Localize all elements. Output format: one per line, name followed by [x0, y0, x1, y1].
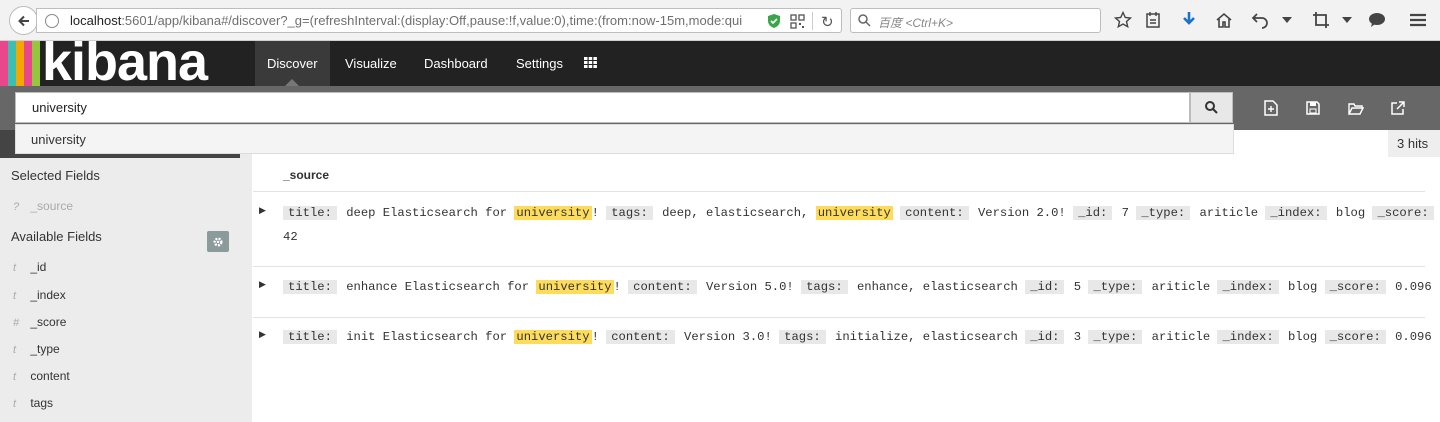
field-item[interactable]: # _score — [13, 315, 66, 329]
field-key: content: — [606, 330, 675, 344]
url-divider — [812, 12, 813, 30]
reader-list-icon[interactable] — [1143, 10, 1163, 30]
table-divider — [253, 266, 1425, 267]
tab-dashboard[interactable]: Dashboard — [412, 41, 500, 86]
shield-icon[interactable] — [767, 13, 781, 29]
kibana-navbar: kibana Discover Visualize Dashboard Sett… — [0, 32, 1440, 92]
table-row[interactable]: title: init Elasticsearch for university… — [283, 328, 1432, 346]
field-key: _score: — [1372, 206, 1434, 220]
field-key: _score: — [1324, 330, 1386, 344]
tab-settings[interactable]: Settings — [504, 41, 575, 86]
query-input[interactable]: university — [15, 92, 1190, 123]
expand-row-icon[interactable]: ▶ — [259, 205, 266, 216]
selected-fields-title: Selected Fields — [11, 168, 100, 183]
crop-icon[interactable] — [1311, 10, 1331, 30]
undo-icon[interactable] — [1250, 10, 1270, 30]
field-key: tags: — [779, 330, 826, 344]
site-info-icon[interactable] — [45, 14, 59, 28]
search-highlight: university — [815, 206, 893, 220]
gear-icon — [213, 237, 223, 246]
field-key: _type: — [1088, 330, 1143, 344]
field-item[interactable]: t _type — [13, 342, 60, 356]
hits-count: 3 hits — [1388, 130, 1440, 157]
search-placeholder: 百度 <Ctrl+K> — [878, 16, 954, 30]
query-suggestion[interactable]: university — [15, 124, 1234, 154]
field-key: _id: — [1025, 330, 1065, 344]
tab-discover[interactable]: Discover — [255, 41, 330, 86]
browser-toolbar: localhost:5601/app/kibana#/discover?_g=(… — [0, 0, 1440, 41]
back-button[interactable] — [9, 6, 38, 35]
field-sidebar: Selected Fields ? _source Available Fiel… — [0, 130, 252, 422]
field-item[interactable]: t _index — [13, 288, 66, 302]
available-fields-title: Available Fields — [11, 229, 102, 244]
field-key: _id: — [1073, 206, 1113, 220]
url-bar[interactable]: localhost:5601/app/kibana#/discover?_g=(… — [36, 8, 842, 33]
reload-icon[interactable]: ↻ — [821, 13, 834, 31]
home-icon[interactable] — [1214, 10, 1234, 30]
arrow-left-icon — [17, 15, 29, 26]
chevron-down-icon[interactable] — [1277, 10, 1297, 30]
field-key: _type: — [1136, 206, 1191, 220]
star-icon[interactable] — [1113, 10, 1133, 30]
url-text[interactable]: localhost:5601/app/kibana#/discover?_g=(… — [70, 13, 782, 28]
field-key: title: — [283, 280, 337, 294]
download-icon[interactable] — [1179, 10, 1199, 30]
field-key: _index: — [1217, 330, 1279, 344]
chat-icon[interactable] — [1367, 10, 1387, 30]
save-icon[interactable] — [1304, 99, 1322, 117]
search-highlight: university — [536, 280, 614, 294]
field-key: tags: — [801, 280, 848, 294]
search-highlight: university — [514, 206, 592, 220]
table-row[interactable]: title: deep Elasticsearch for university… — [283, 204, 1440, 222]
field-key: content: — [628, 280, 697, 294]
field-item[interactable]: t _id — [13, 260, 46, 274]
web-search-box[interactable]: 百度 <Ctrl+K> — [850, 8, 1101, 33]
column-header-source[interactable]: _source — [283, 168, 329, 182]
search-button[interactable] — [1190, 92, 1233, 123]
qr-code-icon[interactable] — [790, 14, 805, 29]
field-key: _score: — [1324, 280, 1386, 294]
tab-visualize[interactable]: Visualize — [333, 41, 409, 86]
search-icon — [1205, 101, 1218, 114]
selected-field-source[interactable]: ? _source — [13, 199, 73, 213]
search-icon — [858, 14, 871, 27]
folder-open-icon[interactable] — [1347, 99, 1365, 117]
field-item[interactable]: t content — [13, 369, 70, 383]
hamburger-menu-icon[interactable] — [1408, 10, 1428, 30]
search-highlight: university — [514, 330, 592, 344]
field-settings-button[interactable] — [207, 231, 229, 252]
field-key: _id: — [1025, 280, 1065, 294]
field-key: content: — [900, 206, 969, 220]
field-key: _index: — [1217, 280, 1279, 294]
field-key: title: — [283, 206, 337, 220]
field-key: tags: — [606, 206, 653, 220]
chevron-down-icon[interactable] — [1337, 10, 1357, 30]
expand-row-icon[interactable]: ▶ — [259, 279, 266, 290]
field-key: _index: — [1265, 206, 1327, 220]
field-item[interactable]: t tags — [13, 396, 53, 410]
table-divider — [253, 317, 1425, 318]
kibana-logo[interactable]: kibana — [42, 32, 208, 92]
new-search-icon[interactable] — [1262, 99, 1280, 117]
field-key: title: — [283, 330, 337, 344]
kibana-logo-bars — [0, 41, 40, 86]
table-divider — [253, 191, 1425, 192]
table-row[interactable]: title: enhance Elasticsearch for univers… — [283, 278, 1432, 296]
expand-row-icon[interactable]: ▶ — [259, 329, 266, 340]
apps-grid-icon[interactable] — [578, 56, 603, 71]
share-icon[interactable] — [1389, 99, 1407, 117]
field-key: _type: — [1088, 280, 1143, 294]
table-row-continuation: 42 — [283, 230, 298, 244]
